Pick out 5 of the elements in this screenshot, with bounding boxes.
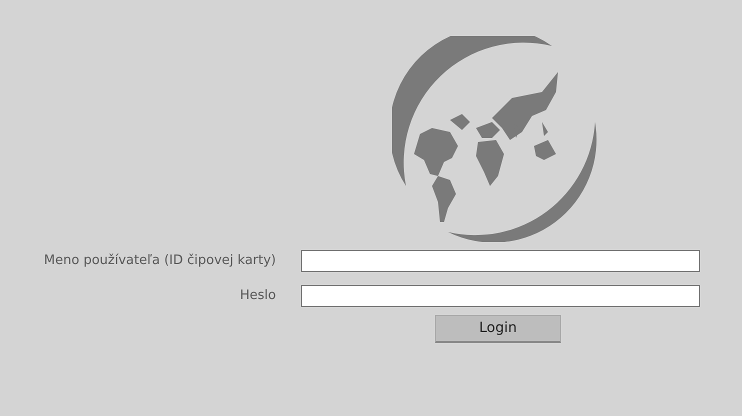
login-button[interactable]: Login (435, 315, 561, 344)
input-field[interactable] (301, 285, 700, 307)
input-field[interactable] (301, 250, 700, 272)
field-label: Meno používateľa (ID čipovej karty) (42, 252, 276, 270)
field-label: Heslo (238, 287, 276, 306)
